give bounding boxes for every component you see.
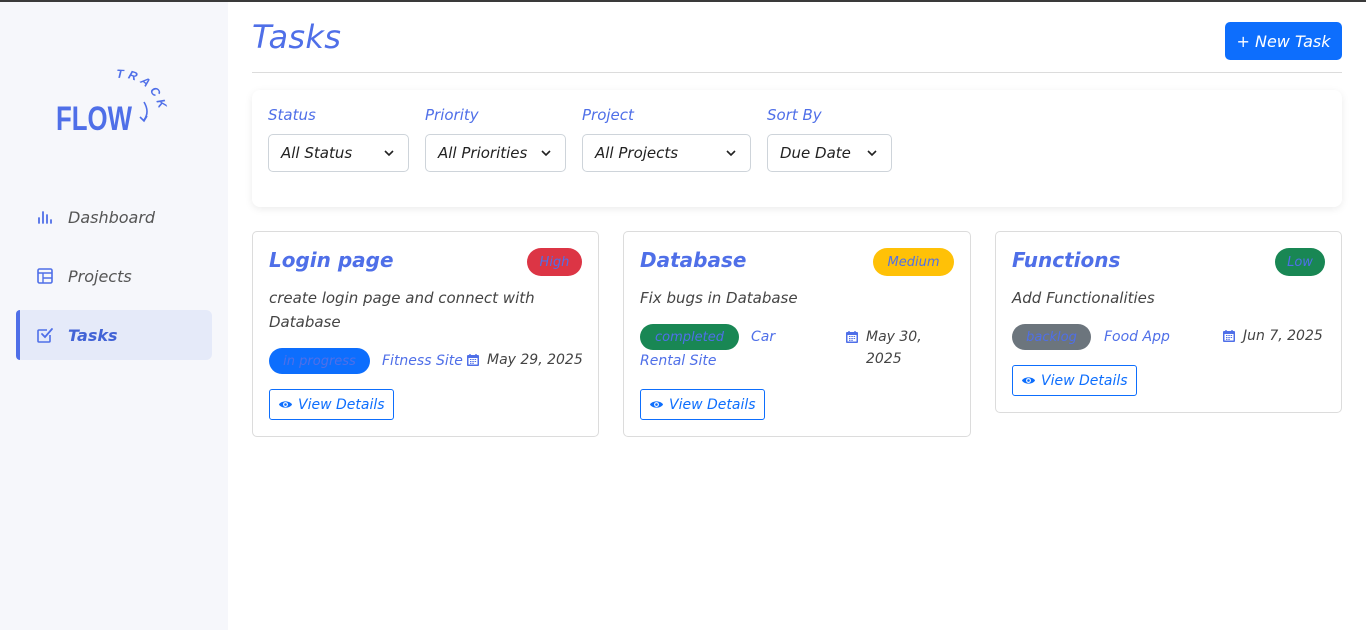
due-date-text: Jun 7, 2025 [1243, 328, 1323, 344]
project-filter: Project All Projects [582, 106, 751, 172]
priority-filter-label: Priority [425, 106, 479, 124]
new-task-button[interactable]: + New Task [1225, 22, 1342, 60]
sort-filter-label: Sort By [767, 106, 822, 124]
bar-chart-icon [36, 208, 54, 226]
chevron-down-icon [539, 146, 553, 160]
eye-icon [649, 397, 664, 412]
flowtrack-logo: TRACK FLOW [56, 68, 167, 138]
project-select-value: All Projects [595, 144, 679, 162]
calendar-icon [846, 331, 858, 343]
priority-badge: High [527, 248, 582, 276]
task-description: Fix bugs in Database [640, 289, 798, 307]
view-details-button[interactable]: View Details [640, 389, 765, 420]
view-details-button[interactable]: View Details [1012, 365, 1137, 396]
task-description: create login page and connect with Datab… [269, 289, 535, 331]
calendar-icon [467, 354, 479, 366]
status-badge: backlog [1012, 324, 1091, 350]
due-date: May 30, 2025 [845, 326, 945, 370]
view-details-label: View Details [298, 396, 385, 413]
status-select-value: All Status [281, 144, 353, 162]
project-select[interactable]: All Projects [582, 134, 751, 172]
due-date-text: May 29, 2025 [487, 352, 583, 368]
status-badge: in progress [269, 348, 370, 374]
priority-filter: Priority All Priorities [425, 106, 566, 172]
logo-word: FLOW [56, 100, 133, 138]
priority-badge: Low [1275, 248, 1325, 276]
view-details-label: View Details [669, 396, 756, 413]
sidebar-item-label: Tasks [68, 325, 118, 345]
eye-icon [278, 397, 293, 412]
view-details-label: View Details [1041, 372, 1128, 389]
due-date: Jun 7, 2025 [1222, 325, 1323, 347]
status-filter: Status All Status [268, 106, 409, 172]
calendar-icon [1223, 330, 1235, 342]
status-filter-label: Status [268, 106, 316, 124]
page-title: Tasks [252, 18, 342, 56]
sidebar-item-label: Projects [68, 266, 132, 286]
project-link[interactable]: Fitness Site [382, 349, 463, 373]
filters-panel: Status All Status Priority All Prioritie… [252, 90, 1342, 207]
chevron-down-icon [382, 146, 396, 160]
chevron-down-icon [865, 146, 879, 160]
view-details-button[interactable]: View Details [269, 389, 394, 420]
layout-icon [36, 267, 54, 285]
sort-select[interactable]: Due Date [767, 134, 892, 172]
check-square-icon [36, 326, 54, 344]
task-card: Functions Low Add Functionalities backlo… [995, 231, 1342, 413]
sidebar-nav: Dashboard Projects Tasks [16, 192, 212, 369]
task-title[interactable]: Login page [269, 248, 394, 272]
priority-badge: Medium [873, 248, 954, 276]
task-title[interactable]: Database [640, 248, 746, 272]
task-title[interactable]: Functions [1012, 248, 1120, 272]
sort-select-value: Due Date [780, 144, 851, 162]
project-link[interactable]: Food App [1104, 325, 1170, 349]
header-divider [252, 72, 1342, 73]
eye-icon [1021, 373, 1036, 388]
priority-select-value: All Priorities [438, 144, 528, 162]
sort-filter: Sort By Due Date [767, 106, 892, 172]
status-select[interactable]: All Status [268, 134, 409, 172]
project-filter-label: Project [582, 106, 634, 124]
sidebar-item-tasks[interactable]: Tasks [16, 310, 212, 360]
project-link[interactable]: Car Rental Site [640, 325, 815, 373]
priority-select[interactable]: All Priorities [425, 134, 566, 172]
task-description: Add Functionalities [1012, 289, 1155, 307]
sidebar: TRACK FLOW Dashboard Projects Tasks [0, 2, 228, 630]
chevron-down-icon [724, 146, 738, 160]
task-card: Database Medium Fix bugs in Database com… [623, 231, 971, 437]
task-card: Login page High create login page and co… [252, 231, 599, 437]
sidebar-item-dashboard[interactable]: Dashboard [16, 192, 212, 242]
due-date-text: May 30, 2025 [866, 329, 922, 367]
sidebar-item-label: Dashboard [68, 207, 156, 227]
due-date: May 29, 2025 [466, 349, 583, 371]
sidebar-item-projects[interactable]: Projects [16, 251, 212, 301]
